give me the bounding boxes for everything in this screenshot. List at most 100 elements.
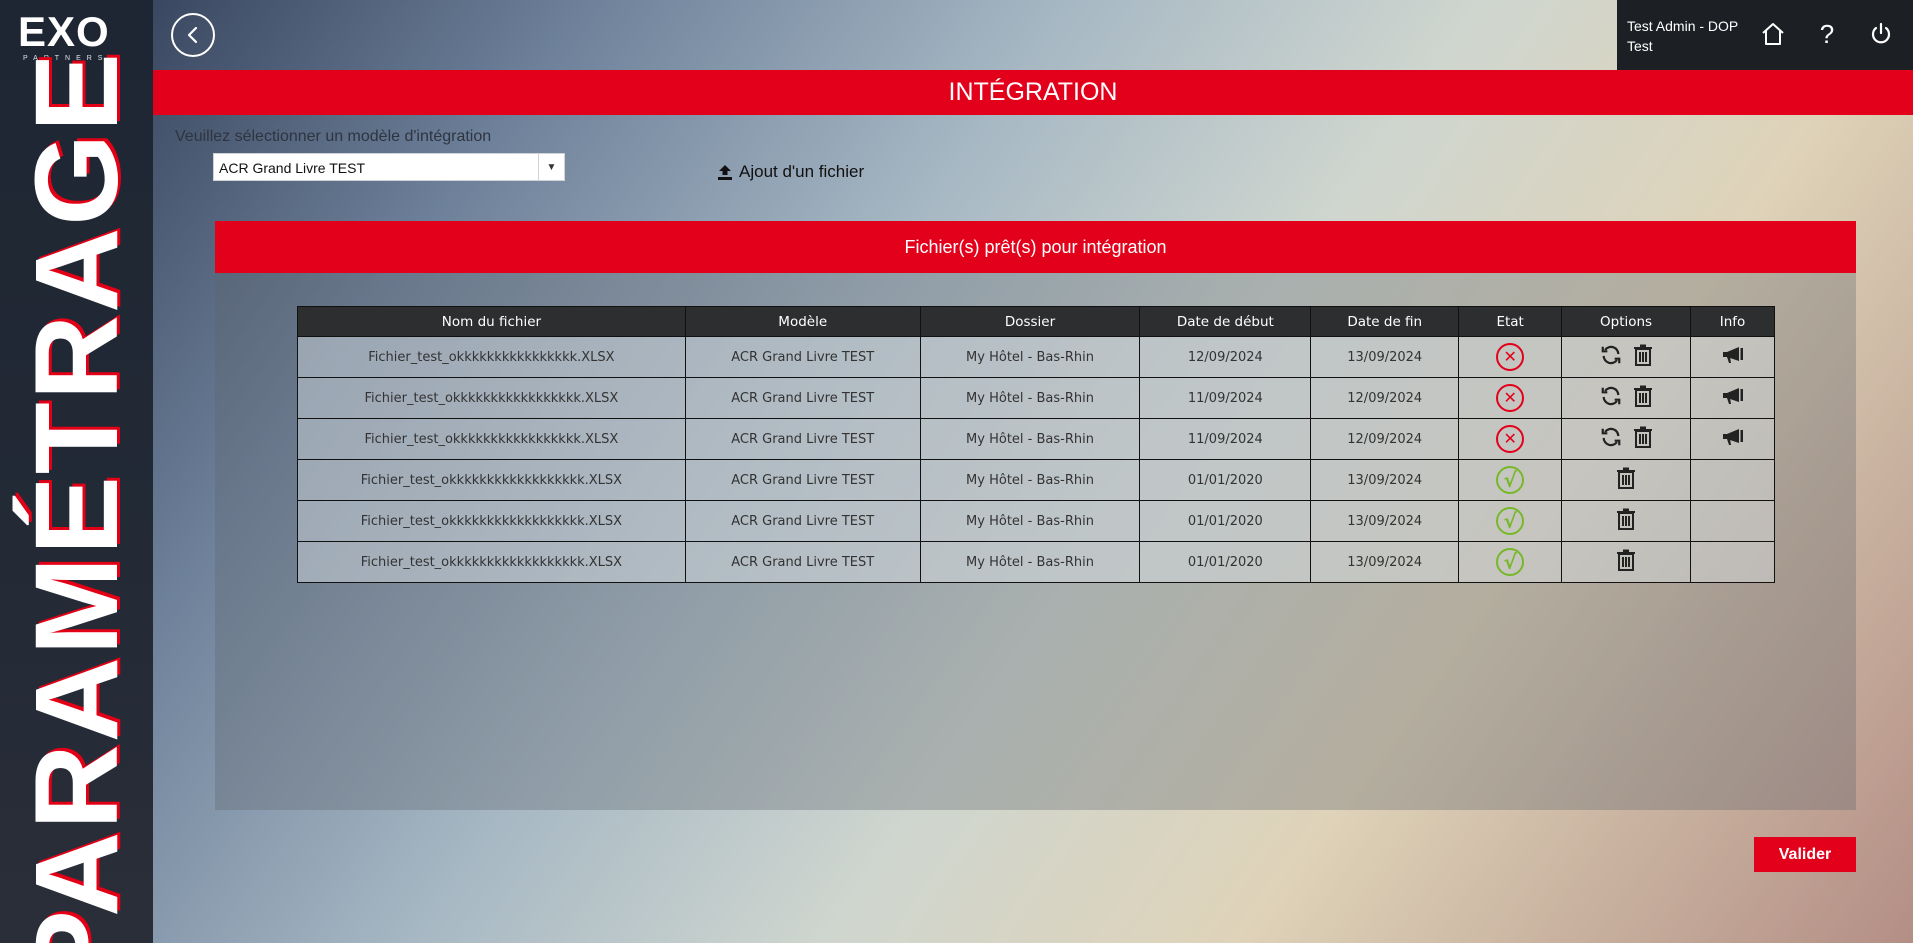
model-select[interactable]: ACR Grand Livre TEST ▼ bbox=[213, 153, 565, 181]
logo-text: EXO bbox=[18, 8, 110, 55]
table-row[interactable]: Fichier_test_okkkkkkkkkkkkkkkkkk.XLSX ACR… bbox=[297, 459, 1775, 501]
cell-state: ✕ bbox=[1458, 418, 1563, 460]
refresh-icon[interactable] bbox=[1600, 385, 1622, 411]
trash-icon[interactable] bbox=[1634, 385, 1653, 411]
table-row[interactable]: Fichier_test_okkkkkkkkkkkkkkkkk.XLSX ACR … bbox=[297, 418, 1775, 460]
cell-end-date: 13/09/2024 bbox=[1310, 459, 1460, 501]
cell-state: ✕ bbox=[1458, 377, 1563, 419]
cell-start-date: 11/09/2024 bbox=[1139, 377, 1312, 419]
help-icon[interactable]: ? bbox=[1811, 18, 1843, 50]
cell-info bbox=[1690, 418, 1775, 460]
megaphone-icon[interactable] bbox=[1721, 346, 1745, 368]
trash-icon[interactable] bbox=[1634, 344, 1653, 370]
cell-model: ACR Grand Livre TEST bbox=[684, 541, 921, 583]
cell-model: ACR Grand Livre TEST bbox=[684, 336, 921, 378]
chevron-left-icon bbox=[187, 26, 198, 44]
col-header-model[interactable]: Modèle bbox=[684, 306, 921, 337]
error-status-icon[interactable]: ✕ bbox=[1496, 343, 1525, 371]
back-button[interactable] bbox=[171, 13, 215, 57]
cell-info bbox=[1690, 500, 1775, 542]
table-row[interactable]: Fichier_test_okkkkkkkkkkkkkkkk.XLSX ACR G… bbox=[297, 336, 1775, 378]
power-icon[interactable] bbox=[1865, 18, 1897, 50]
success-check-icon: √ bbox=[1496, 466, 1525, 494]
cell-folder: My Hôtel - Bas-Rhin bbox=[919, 377, 1141, 419]
cell-start-date: 01/01/2020 bbox=[1139, 500, 1312, 542]
table-row[interactable]: Fichier_test_okkkkkkkkkkkkkkkkkk.XLSX ACR… bbox=[297, 541, 1775, 583]
cell-state: √ bbox=[1458, 500, 1563, 542]
refresh-icon[interactable] bbox=[1600, 344, 1622, 370]
cell-info bbox=[1690, 377, 1775, 419]
table-row[interactable]: Fichier_test_okkkkkkkkkkkkkkkkkk.XLSX ACR… bbox=[297, 500, 1775, 542]
cell-end-date: 13/09/2024 bbox=[1310, 500, 1460, 542]
cell-info bbox=[1690, 459, 1775, 501]
cell-filename: Fichier_test_okkkkkkkkkkkkkkkkkk.XLSX bbox=[297, 541, 686, 583]
page-title: INTÉGRATION bbox=[153, 70, 1913, 115]
cell-state: ✕ bbox=[1458, 336, 1563, 378]
cell-folder: My Hôtel - Bas-Rhin bbox=[919, 459, 1141, 501]
trash-icon[interactable] bbox=[1617, 467, 1636, 493]
cell-folder: My Hôtel - Bas-Rhin bbox=[919, 336, 1141, 378]
cell-end-date: 13/09/2024 bbox=[1310, 336, 1460, 378]
megaphone-icon[interactable] bbox=[1721, 387, 1745, 409]
cell-state: √ bbox=[1458, 459, 1563, 501]
cell-start-date: 01/01/2020 bbox=[1139, 459, 1312, 501]
col-header-folder[interactable]: Dossier bbox=[919, 306, 1141, 337]
user-name: Test Admin - DOP Test bbox=[1627, 18, 1739, 54]
model-select-label: Veuillez sélectionner un modèle d'intégr… bbox=[175, 128, 492, 145]
files-table: Nom du fichier Modèle Dossier Date de dé… bbox=[297, 306, 1775, 583]
col-header-info: Info bbox=[1690, 306, 1775, 337]
cell-filename: Fichier_test_okkkkkkkkkkkkkkkkk.XLSX bbox=[297, 377, 686, 419]
trash-icon[interactable] bbox=[1617, 508, 1636, 534]
files-panel-title: Fichier(s) prêt(s) pour intégration bbox=[215, 221, 1856, 273]
success-check-icon: √ bbox=[1496, 548, 1525, 576]
cell-end-date: 12/09/2024 bbox=[1310, 377, 1460, 419]
trash-icon[interactable] bbox=[1617, 549, 1636, 575]
cell-model: ACR Grand Livre TEST bbox=[684, 377, 921, 419]
cell-start-date: 01/01/2020 bbox=[1139, 541, 1312, 583]
success-check-icon: √ bbox=[1496, 507, 1525, 535]
error-status-icon[interactable]: ✕ bbox=[1496, 384, 1525, 412]
cell-folder: My Hôtel - Bas-Rhin bbox=[919, 500, 1141, 542]
table-row[interactable]: Fichier_test_okkkkkkkkkkkkkkkkk.XLSX ACR … bbox=[297, 377, 1775, 419]
cell-filename: Fichier_test_okkkkkkkkkkkkkkkk.XLSX bbox=[297, 336, 686, 378]
top-bar: Test Admin - DOP Test ? bbox=[153, 0, 1913, 70]
cell-model: ACR Grand Livre TEST bbox=[684, 459, 921, 501]
sidebar: EXO PARTNERS PARAMÉTRAGE bbox=[0, 0, 153, 943]
add-file-button[interactable]: Ajout d'un fichier bbox=[718, 162, 864, 182]
cell-start-date: 11/09/2024 bbox=[1139, 418, 1312, 460]
model-select-value: ACR Grand Livre TEST bbox=[219, 160, 366, 176]
trash-icon[interactable] bbox=[1634, 426, 1653, 452]
cell-folder: My Hôtel - Bas-Rhin bbox=[919, 541, 1141, 583]
error-status-icon[interactable]: ✕ bbox=[1496, 425, 1525, 453]
cell-state: √ bbox=[1458, 541, 1563, 583]
col-header-filename[interactable]: Nom du fichier bbox=[297, 306, 686, 337]
cell-options bbox=[1561, 500, 1691, 542]
user-panel: Test Admin - DOP Test ? bbox=[1617, 0, 1913, 70]
cell-options bbox=[1561, 418, 1691, 460]
cell-model: ACR Grand Livre TEST bbox=[684, 500, 921, 542]
col-header-end-date[interactable]: Date de fin bbox=[1310, 306, 1460, 337]
col-header-start-date[interactable]: Date de début bbox=[1139, 306, 1312, 337]
upload-icon bbox=[718, 165, 732, 180]
refresh-icon[interactable] bbox=[1600, 426, 1622, 452]
cell-folder: My Hôtel - Bas-Rhin bbox=[919, 418, 1141, 460]
cell-end-date: 12/09/2024 bbox=[1310, 418, 1460, 460]
cell-info bbox=[1690, 336, 1775, 378]
add-file-label: Ajout d'un fichier bbox=[739, 162, 865, 181]
dropdown-arrow-icon[interactable]: ▼ bbox=[538, 154, 564, 180]
cell-options bbox=[1561, 541, 1691, 583]
home-icon[interactable] bbox=[1757, 18, 1789, 50]
cell-end-date: 13/09/2024 bbox=[1310, 541, 1460, 583]
cell-filename: Fichier_test_okkkkkkkkkkkkkkkkkk.XLSX bbox=[297, 459, 686, 501]
cell-model: ACR Grand Livre TEST bbox=[684, 418, 921, 460]
cell-start-date: 12/09/2024 bbox=[1139, 336, 1312, 378]
col-header-state[interactable]: Etat bbox=[1458, 306, 1563, 337]
table-header-row: Nom du fichier Modèle Dossier Date de dé… bbox=[297, 306, 1775, 337]
files-panel: Fichier(s) prêt(s) pour intégration Nom … bbox=[215, 221, 1856, 810]
cell-filename: Fichier_test_okkkkkkkkkkkkkkkkk.XLSX bbox=[297, 418, 686, 460]
col-header-options: Options bbox=[1561, 306, 1691, 337]
cell-options bbox=[1561, 377, 1691, 419]
validate-button[interactable]: Valider bbox=[1754, 837, 1856, 872]
megaphone-icon[interactable] bbox=[1721, 428, 1745, 450]
cell-options bbox=[1561, 336, 1691, 378]
